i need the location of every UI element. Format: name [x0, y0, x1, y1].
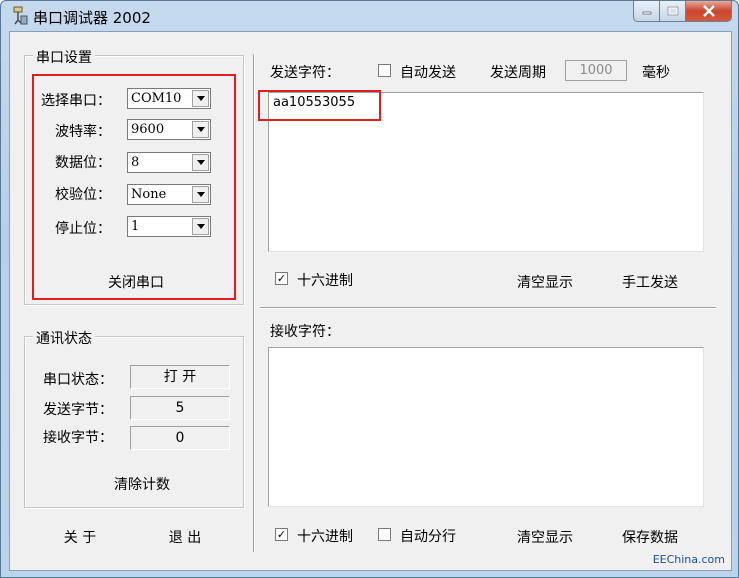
comm-status-title: 通讯状态	[33, 328, 95, 348]
auto-send-label: 自动发送	[400, 65, 456, 81]
send-period-unit: 毫秒	[642, 65, 670, 81]
client-area: 串口设置 选择串口： COM10 波特率： 9600 数据位： 8 校验位： N…	[9, 31, 732, 571]
send-hex-label: 十六进制	[297, 273, 353, 289]
send-clear-button[interactable]: 清空显示	[505, 272, 585, 292]
about-button[interactable]: 关 于	[50, 527, 110, 547]
auto-newline-label: 自动分行	[400, 529, 456, 545]
vertical-divider	[253, 54, 255, 552]
port-status-value: 打 开	[130, 365, 230, 389]
minimize-icon	[642, 11, 651, 15]
highlight-box-port-settings	[32, 74, 236, 300]
port-settings-title: 串口设置	[33, 47, 95, 67]
receive-textarea[interactable]	[268, 347, 704, 507]
recv-bytes-value: 0	[130, 426, 230, 450]
app-icon	[13, 6, 28, 25]
exit-button[interactable]: 退 出	[155, 527, 215, 547]
auto-newline-checkbox[interactable]	[378, 528, 391, 541]
clear-count-button[interactable]: 清除计数	[98, 474, 186, 494]
manual-send-button[interactable]: 手工发送	[610, 272, 690, 292]
close-button[interactable]	[686, 1, 732, 22]
horizontal-divider	[260, 307, 716, 309]
receive-hex-label: 十六进制	[297, 529, 353, 545]
maximize-button[interactable]	[660, 1, 686, 22]
send-title: 发送字符：	[270, 65, 340, 81]
maximize-icon	[667, 6, 678, 16]
title-bar: 串口调试器 2002	[1, 1, 738, 31]
receive-title: 接收字符：	[270, 324, 340, 340]
sent-bytes-label: 发送字节：	[43, 402, 113, 418]
close-icon	[702, 5, 715, 17]
receive-clear-button[interactable]: 清空显示	[505, 527, 585, 547]
send-period-input[interactable]: 1000	[565, 60, 627, 81]
send-period-label: 发送周期	[490, 65, 546, 81]
receive-hex-checkbox[interactable]: ✓	[275, 528, 288, 541]
watermark: EEChina.com	[652, 553, 725, 566]
minimize-button[interactable]	[633, 1, 660, 22]
send-hex-checkbox[interactable]: ✓	[275, 272, 288, 285]
auto-send-checkbox[interactable]	[378, 64, 391, 77]
recv-bytes-label: 接收字节：	[43, 430, 113, 446]
window-title: 串口调试器 2002	[33, 9, 151, 27]
port-status-label: 串口状态：	[43, 372, 113, 388]
highlight-box-send-text	[258, 90, 381, 121]
save-data-button[interactable]: 保存数据	[610, 527, 690, 547]
app-window: 串口调试器 2002 串口设置 选择串口： COM10 波特率： 9600 数据…	[0, 0, 739, 578]
sent-bytes-value: 5	[130, 396, 230, 420]
